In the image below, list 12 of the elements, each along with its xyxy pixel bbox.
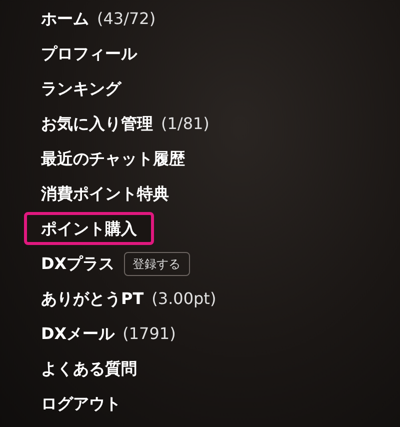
menu-item[interactable]: ログアウト: [24, 387, 138, 420]
menu-item[interactable]: プロフィール: [24, 37, 154, 70]
menu-item[interactable]: DXメール (1791): [24, 317, 193, 350]
menu-item[interactable]: お気に入り管理 (1/81): [24, 107, 226, 140]
menu-item[interactable]: ランキング: [24, 72, 138, 105]
menu-item[interactable]: ありがとうPT (3.00pt): [24, 282, 234, 315]
menu-item[interactable]: よくある質問: [24, 352, 154, 385]
register-button[interactable]: 登録する: [124, 252, 190, 276]
menu-item[interactable]: 消費ポイント特典: [24, 177, 186, 210]
menu-item[interactable]: 最近のチャット履歴: [24, 142, 202, 175]
menu-item[interactable]: ポイント購入: [24, 212, 154, 245]
menu-item[interactable]: ホーム (43/72): [24, 2, 173, 35]
